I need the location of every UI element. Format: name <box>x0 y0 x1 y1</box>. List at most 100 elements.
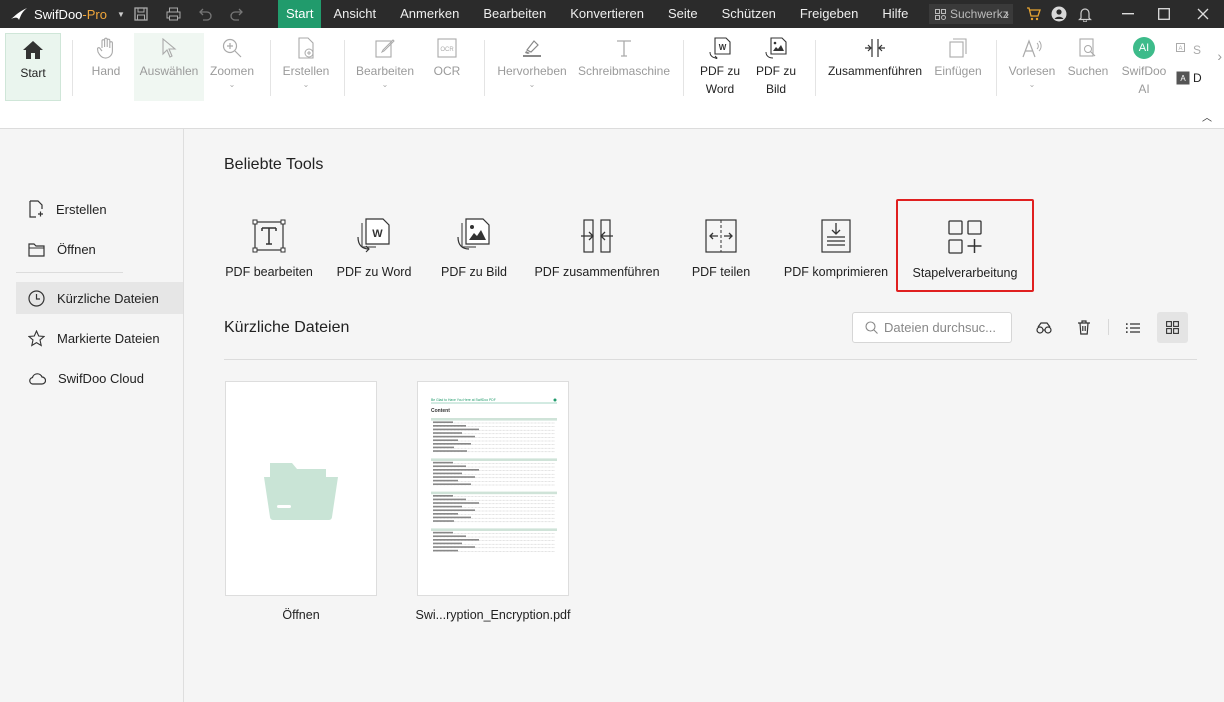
highlighter-icon <box>523 40 541 57</box>
close-icon[interactable] <box>1182 0 1224 28</box>
print-icon[interactable] <box>164 5 182 23</box>
thumbnail-section-bar <box>431 491 557 495</box>
menu-hilfe[interactable]: Hilfe <box>870 0 920 28</box>
menu-freigeben[interactable]: Freigeben <box>788 0 871 28</box>
start-button[interactable]: Start <box>5 33 61 101</box>
translate-icon: A <box>1176 43 1185 52</box>
redo-icon[interactable] <box>228 5 246 23</box>
search-doc-icon <box>1079 38 1096 57</box>
thumbnail-toc-text <box>433 425 466 427</box>
split-icon <box>705 219 737 253</box>
tool-pdf-bearbeiten[interactable]: PDF bearbeiten <box>225 209 313 279</box>
insert-button[interactable]: Einfügen <box>930 34 986 100</box>
tool-pdf-zusammenfuehren[interactable]: PDF zusammenführen <box>534 209 660 279</box>
merge-button[interactable]: Zusammenführen <box>824 34 926 100</box>
cart-icon[interactable] <box>1020 0 1046 28</box>
select-tool-button[interactable]: Auswählen <box>134 33 204 101</box>
recent-file-card[interactable]: Be Glad to Have You Here at SwifDoo PDF … <box>417 381 569 596</box>
chevron-right-icon[interactable]: › <box>994 0 1020 28</box>
thumbnail-toc-text <box>433 435 475 438</box>
bell-icon[interactable] <box>1072 0 1098 28</box>
merge-label: Zusammenführen <box>827 64 923 78</box>
thumbnail-toc-text <box>433 513 458 515</box>
thumbnail-toc-text <box>433 542 462 545</box>
typewriter-button[interactable]: Schreibmaschine <box>576 34 672 100</box>
sidebar-item-label: Erstellen <box>56 201 107 217</box>
sidebar-item-cloud[interactable]: SwifDoo Cloud <box>16 362 183 394</box>
swifdoo-ai-label-1: SwifDoo <box>1121 64 1167 78</box>
sidebar-item-recent[interactable]: Kürzliche Dateien <box>16 282 183 314</box>
read-aloud-button[interactable]: Vorlesen ⌄ <box>1006 34 1058 100</box>
thumbnail-toc-text <box>433 520 454 522</box>
save-icon[interactable] <box>132 5 150 23</box>
tool-label: PDF zusammenführen <box>534 265 660 279</box>
ai-badge-icon: AI <box>1133 37 1155 59</box>
app-menu-button[interactable]: SwifDoo-Pro ▼ <box>0 7 132 22</box>
main-panel: Beliebte Tools PDF bearbeiten W PDF zu W… <box>185 129 1224 702</box>
search-button[interactable]: Suchen <box>1064 34 1112 100</box>
ribbon-divider <box>996 40 997 96</box>
minimize-icon[interactable] <box>1110 0 1146 28</box>
tool-label: PDF zu Bild <box>441 265 507 279</box>
thumbnail-toc-text <box>433 549 458 552</box>
tool-pdf-zu-word[interactable]: W PDF zu Word <box>337 209 411 279</box>
folder-icon <box>264 463 338 520</box>
file-search-input[interactable]: Dateien durchsuc... <box>852 312 1012 343</box>
recent-file-label: Swi...ryption_Encryption.pdf <box>415 608 571 622</box>
sidebar-item-label: Kürzliche Dateien <box>57 290 159 306</box>
undo-icon[interactable] <box>196 5 214 23</box>
ocr-button[interactable]: OCR OCR <box>425 34 469 100</box>
zoom-button[interactable]: Zoomen ⌄ <box>206 34 258 100</box>
tool-pdf-zu-bild[interactable]: PDF zu Bild <box>439 209 509 279</box>
glasses-icon <box>1035 321 1052 334</box>
tool-stapelverarbeitung[interactable]: Stapelverarbeitung <box>896 199 1034 292</box>
swifdoo-logo-icon <box>11 8 27 20</box>
menu-seite[interactable]: Seite <box>656 0 710 28</box>
tool-pdf-teilen[interactable]: PDF teilen <box>690 209 752 279</box>
cleanup-button[interactable] <box>1028 312 1059 343</box>
edit-button[interactable]: Bearbeiten ⌄ <box>355 34 415 100</box>
user-avatar-icon[interactable] <box>1046 0 1072 28</box>
chevron-right-icon[interactable]: › <box>1217 48 1222 64</box>
list-view-button[interactable] <box>1117 312 1148 343</box>
thumbnail-toc-text <box>433 498 466 501</box>
grid-view-button[interactable] <box>1157 312 1188 343</box>
create-button[interactable]: Erstellen ⌄ <box>280 34 332 100</box>
highlight-button[interactable]: Hervorheben ⌄ <box>494 34 570 100</box>
thumbnail-toc-text <box>433 531 453 534</box>
swifdoo-ai-button[interactable]: AI SwifDoo AI <box>1118 34 1170 100</box>
menu-schuetzen[interactable]: Schützen <box>710 0 788 28</box>
collapse-ribbon-icon[interactable]: ︿ <box>1202 109 1212 124</box>
tool-label: PDF bearbeiten <box>225 265 313 279</box>
thumbnail-toc-text <box>433 461 453 464</box>
thumbnail-toc-text <box>433 535 466 537</box>
pdf-to-image-button[interactable]: PDF zu Bild <box>750 34 802 100</box>
sidebar-item-open[interactable]: Öffnen <box>16 233 183 265</box>
menu-ansicht[interactable]: Ansicht <box>321 0 388 28</box>
open-file-card[interactable] <box>225 381 377 596</box>
more-tool-label-1: S <box>1193 43 1202 57</box>
tool-pdf-komprimieren[interactable]: PDF komprimieren <box>784 209 888 279</box>
ocr-icon: OCR <box>437 38 457 58</box>
hand-tool-button[interactable]: Hand <box>84 34 128 100</box>
folder-icon <box>28 242 45 257</box>
pdf-to-image-icon <box>457 218 490 250</box>
delete-button[interactable] <box>1068 312 1099 343</box>
cloud-icon <box>29 372 46 385</box>
list-view-icon <box>1125 322 1140 333</box>
menu-bearbeiten[interactable]: Bearbeiten <box>471 0 558 28</box>
menu-start[interactable]: Start <box>278 0 322 28</box>
more-tools-partial[interactable]: AS AD <box>1176 36 1206 86</box>
clock-icon <box>28 289 45 307</box>
menu-konvertieren[interactable]: Konvertieren <box>558 0 656 28</box>
maximize-icon[interactable] <box>1146 0 1182 28</box>
popular-tools-title: Beliebte Tools <box>224 156 324 173</box>
sidebar-item-starred[interactable]: Markierte Dateien <box>16 322 183 354</box>
sidebar-item-create[interactable]: Erstellen <box>16 193 183 225</box>
pdf-to-word-button[interactable]: W PDF zu Word <box>694 34 746 100</box>
menu-anmerken[interactable]: Anmerken <box>388 0 471 28</box>
cursor-icon <box>162 38 177 58</box>
thumbnail-toc-text <box>433 516 471 519</box>
svg-text:OCR: OCR <box>440 47 454 53</box>
star-icon <box>28 329 45 347</box>
